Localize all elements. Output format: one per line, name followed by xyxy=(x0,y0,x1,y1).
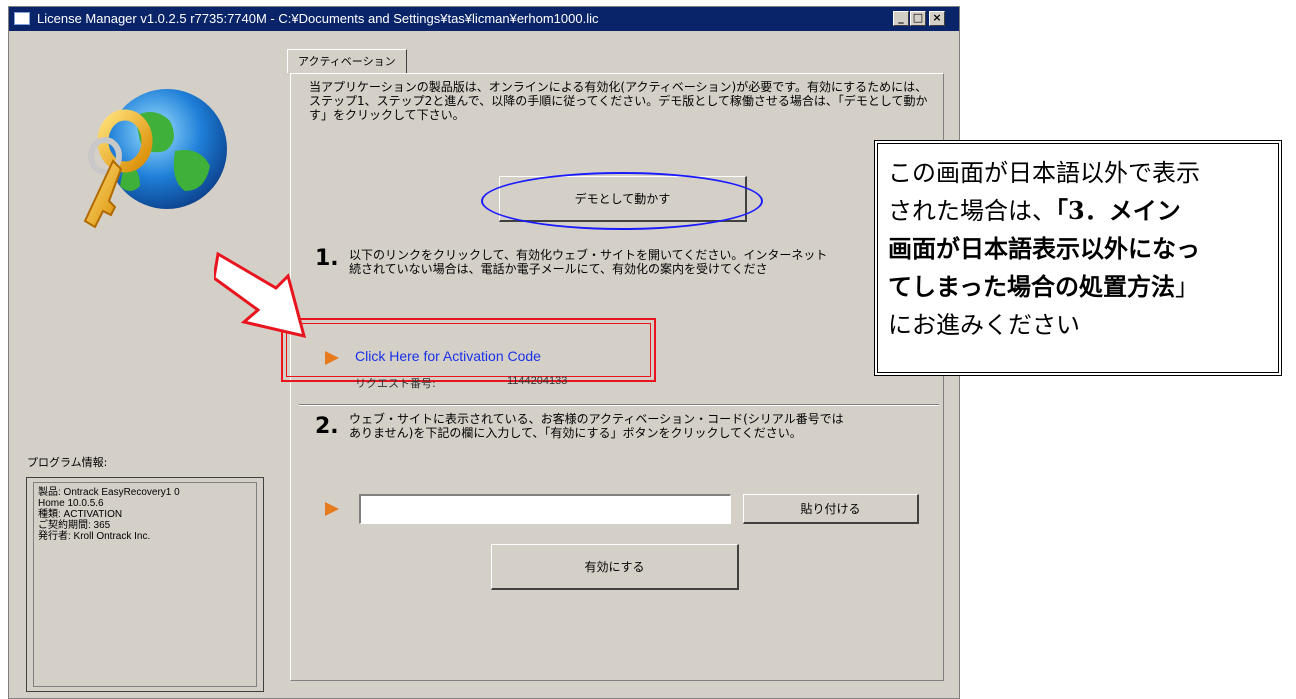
program-info-line: Home 10.0.5.6 xyxy=(38,498,104,509)
program-info-box: 製品: Ontrack EasyRecovery1 0 Home 10.0.5.… xyxy=(26,477,264,692)
program-info-label: プログラム情報: xyxy=(27,456,108,469)
note-text: された場合は、 xyxy=(888,197,1056,225)
activation-panel: 当アプリケーションの製品版は、オンラインによる有効化(アクティベーション)が必要… xyxy=(281,73,944,681)
close-button[interactable]: × xyxy=(929,11,945,26)
title-bar[interactable]: License Manager v1.0.2.5 r7735:7740M - C… xyxy=(9,7,959,31)
minimize-button[interactable]: _ xyxy=(893,11,909,26)
note-line: てしまった場合の処置方法」 xyxy=(888,268,1268,306)
note-line: にお進みください xyxy=(888,311,1080,339)
link-highlight-box xyxy=(281,318,656,382)
program-info-line: 発行者: Kroll Ontrack Inc. xyxy=(38,531,151,542)
note-text: 」 xyxy=(1175,273,1200,301)
step2-text-line1: ウェブ・サイトに表示されている、お客様のアクティベーション・コード(シリアル番号… xyxy=(349,412,844,426)
maximize-button[interactable]: □ xyxy=(910,11,926,26)
paste-button[interactable]: 貼り付ける xyxy=(743,494,919,524)
pointer-arrow-icon xyxy=(214,251,307,339)
license-manager-window: License Manager v1.0.2.5 r7735:7740M - C… xyxy=(8,6,960,699)
program-info-line: 種類: ACTIVATION xyxy=(38,509,123,520)
window-title: License Manager v1.0.2.5 r7735:7740M - C… xyxy=(37,11,599,26)
activate-button[interactable]: 有効にする xyxy=(491,544,739,590)
note-line: 画面が日本語表示以外になっ xyxy=(888,230,1268,268)
note-line: この画面が日本語以外で表示 xyxy=(888,159,1200,187)
program-info-line: 製品: Ontrack EasyRecovery1 0 xyxy=(38,487,180,498)
note-bold-text: てしまった場合の処置方法 xyxy=(888,272,1176,301)
globe-key-logo-icon xyxy=(83,89,227,229)
request-number-value: 1144204133 xyxy=(507,375,568,387)
step2-text-line2: ありません)を下記の欄に入力して、「有効にする」ボタンをクリックしてください。 xyxy=(349,426,802,440)
intro-text: 当アプリケーションの製品版は、オンラインによる有効化(アクティベーション)が必要… xyxy=(309,80,928,122)
step2-number: 2. xyxy=(315,414,339,439)
step1-text-line1: 以下のリンクをクリックして、有効化ウェブ・サイトを開いてください。インターネット xyxy=(349,248,828,262)
step1-text-line2: 続されていない場合は、電話か電子メールにて、有効化の案内を受けてくださ xyxy=(349,262,768,276)
demo-highlight-oval xyxy=(481,172,763,230)
divider xyxy=(299,404,939,406)
app-icon xyxy=(14,12,30,25)
note-bold-text: 画面が日本語表示以外になっ xyxy=(888,234,1200,263)
tab-activation[interactable]: アクティベーション xyxy=(287,49,407,73)
request-number-label: リクエスト番号: xyxy=(355,377,436,390)
instruction-note: この画面が日本語以外で表示 された場合は、「3．メイン 画面が日本語表示以外にな… xyxy=(874,140,1282,376)
note-line: された場合は、「3．メイン xyxy=(888,192,1268,230)
program-info-line: ご契約期間: 365 xyxy=(38,520,111,531)
note-bold-text: 「3．メイン xyxy=(1056,196,1181,225)
play-arrow-icon xyxy=(325,502,339,516)
step1-number: 1. xyxy=(315,246,339,271)
activation-code-input[interactable] xyxy=(359,494,731,524)
